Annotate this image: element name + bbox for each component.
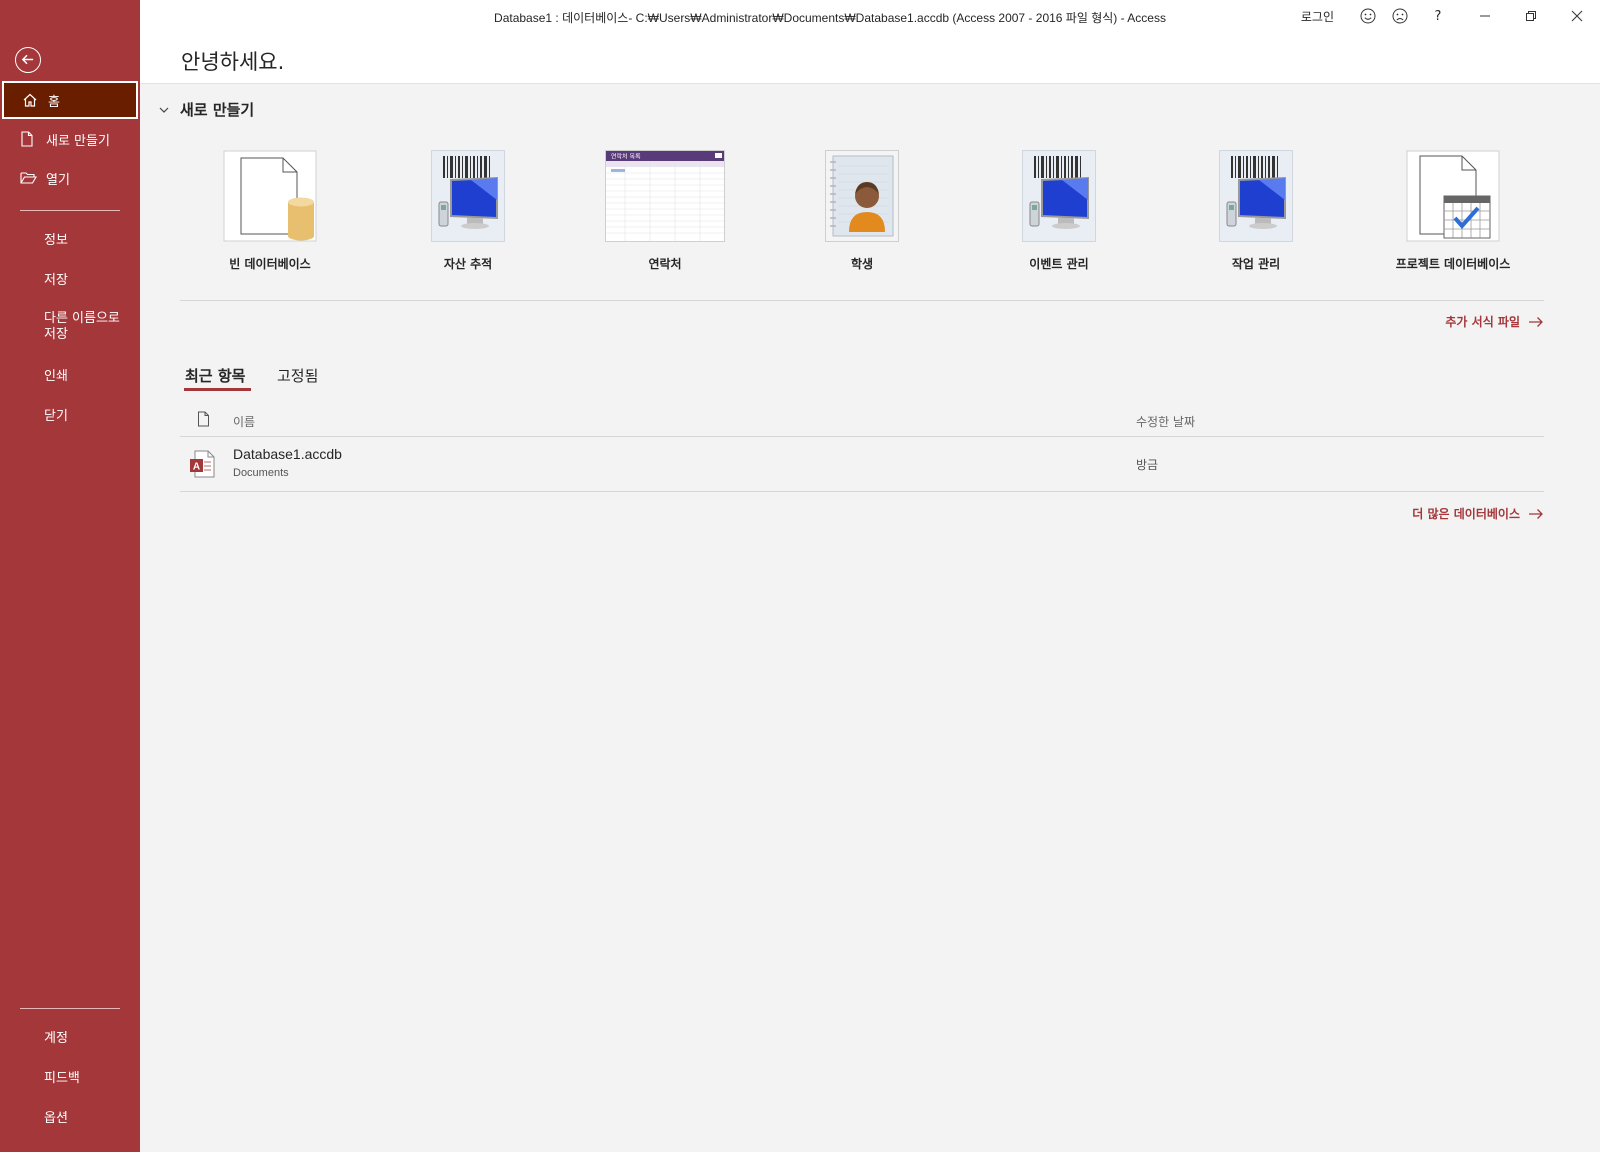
- login-link[interactable]: 로그인: [1301, 8, 1334, 25]
- frown-feedback-icon[interactable]: [1384, 0, 1416, 32]
- greeting-header: 안녕하세요.: [140, 32, 1600, 84]
- backstage-sidebar: 홈 새로 만들기 열기 정보 저장 다른 이름으로 저장 인쇄 닫기 계정 피드…: [0, 0, 140, 1152]
- template-blank-database[interactable]: 빈 데이터베이스: [190, 150, 350, 272]
- sidebar-item-options[interactable]: 옵션: [2, 1097, 138, 1135]
- sidebar-item-info[interactable]: 정보: [2, 219, 138, 257]
- sidebar-item-label: 인쇄: [44, 368, 68, 384]
- new-section-title: 새로 만들기: [180, 101, 255, 119]
- template-label: 자산 추적: [443, 257, 493, 271]
- arrow-right-icon: [1529, 508, 1543, 519]
- more-templates-link[interactable]: 추가 서식 파일: [1445, 313, 1544, 330]
- sidebar-item-label: 피드백: [44, 1070, 80, 1086]
- blank-database-icon: [223, 150, 317, 242]
- tab-pinned[interactable]: 고정됨: [277, 365, 318, 386]
- sidebar-item-label: 옵션: [44, 1110, 68, 1126]
- sidebar-item-label: 계정: [44, 1030, 68, 1046]
- sidebar-item-label: 새로 만들기: [46, 133, 110, 149]
- event-management-icon: [1022, 150, 1096, 242]
- active-tab-indicator: [184, 388, 251, 391]
- more-templates-label: 추가 서식 파일: [1445, 315, 1520, 329]
- contacts-icon: 연락처 목록: [605, 150, 725, 242]
- students-icon: [825, 150, 899, 242]
- sidebar-item-open[interactable]: 열기: [2, 159, 138, 197]
- template-label: 연락처: [648, 257, 682, 271]
- asset-tracking-icon: [431, 150, 505, 242]
- sidebar-item-label: 저장: [44, 272, 68, 288]
- sidebar-item-close[interactable]: 닫기: [2, 395, 138, 433]
- file-type-column-icon[interactable]: [197, 411, 210, 431]
- recent-file-path: Documents: [233, 467, 289, 479]
- close-window-icon[interactable]: [1554, 0, 1600, 32]
- column-header-modified[interactable]: 수정한 날짜: [1136, 413, 1195, 430]
- open-folder-icon: [20, 171, 40, 185]
- sidebar-item-label: 정보: [44, 232, 68, 248]
- more-databases-label: 더 많은 데이터베이스: [1412, 507, 1520, 521]
- sidebar-item-label: 다른 이름으로 저장: [44, 311, 120, 342]
- sidebar-item-save[interactable]: 저장: [2, 259, 138, 297]
- help-icon[interactable]: ?: [1422, 0, 1454, 32]
- sidebar-item-print[interactable]: 인쇄: [2, 355, 138, 393]
- recent-file-name: Database1.accdb: [233, 446, 342, 462]
- template-label: 이벤트 관리: [1029, 257, 1089, 271]
- task-management-icon: [1219, 150, 1293, 242]
- chevron-down-icon: [159, 107, 169, 113]
- recent-file-modified: 방금: [1136, 458, 1159, 472]
- title-bar: Database1 : 데이터베이스- C:₩Users₩Administrat…: [140, 0, 1600, 32]
- section-divider: [180, 300, 1544, 301]
- sidebar-item-home[interactable]: 홈: [2, 81, 138, 119]
- back-arrow-icon[interactable]: [15, 47, 41, 73]
- recent-file-row[interactable]: A Database1.accdb Documents 방금: [180, 437, 1544, 491]
- project-database-icon: [1406, 150, 1500, 242]
- restore-icon[interactable]: [1508, 0, 1554, 32]
- access-file-icon: A: [189, 450, 215, 482]
- contacts-preview-title: 연락처 목록: [611, 153, 641, 161]
- template-label: 작업 관리: [1231, 257, 1281, 271]
- column-header-name[interactable]: 이름: [233, 413, 255, 430]
- sidebar-item-save-as[interactable]: 다른 이름으로 저장: [2, 305, 138, 349]
- minimize-icon[interactable]: [1462, 0, 1508, 32]
- sidebar-divider: [20, 210, 120, 211]
- sidebar-item-label: 열기: [46, 172, 70, 188]
- more-databases-link[interactable]: 더 많은 데이터베이스: [1412, 505, 1544, 522]
- template-event-management[interactable]: 이벤트 관리: [979, 150, 1139, 272]
- home-icon: [22, 92, 42, 108]
- template-contacts[interactable]: 연락처 목록 연락처: [585, 150, 745, 272]
- template-task-management[interactable]: 작업 관리: [1176, 150, 1336, 272]
- new-document-icon: [20, 131, 40, 147]
- template-students[interactable]: 학생: [782, 150, 942, 272]
- sidebar-item-feedback[interactable]: 피드백: [2, 1057, 138, 1095]
- template-project-database[interactable]: 프로젝트 데이터베이스: [1373, 150, 1533, 272]
- sidebar-item-label: 닫기: [44, 408, 68, 424]
- template-label: 프로젝트 데이터베이스: [1395, 257, 1511, 271]
- template-asset-tracking[interactable]: 자산 추적: [388, 150, 548, 272]
- sidebar-item-account[interactable]: 계정: [2, 1017, 138, 1055]
- template-label: 학생: [850, 257, 874, 271]
- sidebar-item-new[interactable]: 새로 만들기: [2, 120, 138, 158]
- tab-recent[interactable]: 최근 항목: [185, 365, 245, 386]
- svg-text:A: A: [193, 462, 200, 473]
- arrow-right-icon: [1529, 316, 1543, 327]
- new-section-toggle[interactable]: 새로 만들기: [158, 99, 254, 120]
- sidebar-item-label: 홈: [48, 94, 60, 110]
- table-bottom-divider: [180, 491, 1544, 492]
- smile-feedback-icon[interactable]: [1352, 0, 1384, 32]
- template-label: 빈 데이터베이스: [229, 257, 311, 271]
- greeting-text: 안녕하세요.: [181, 50, 285, 74]
- sidebar-divider: [20, 1008, 120, 1009]
